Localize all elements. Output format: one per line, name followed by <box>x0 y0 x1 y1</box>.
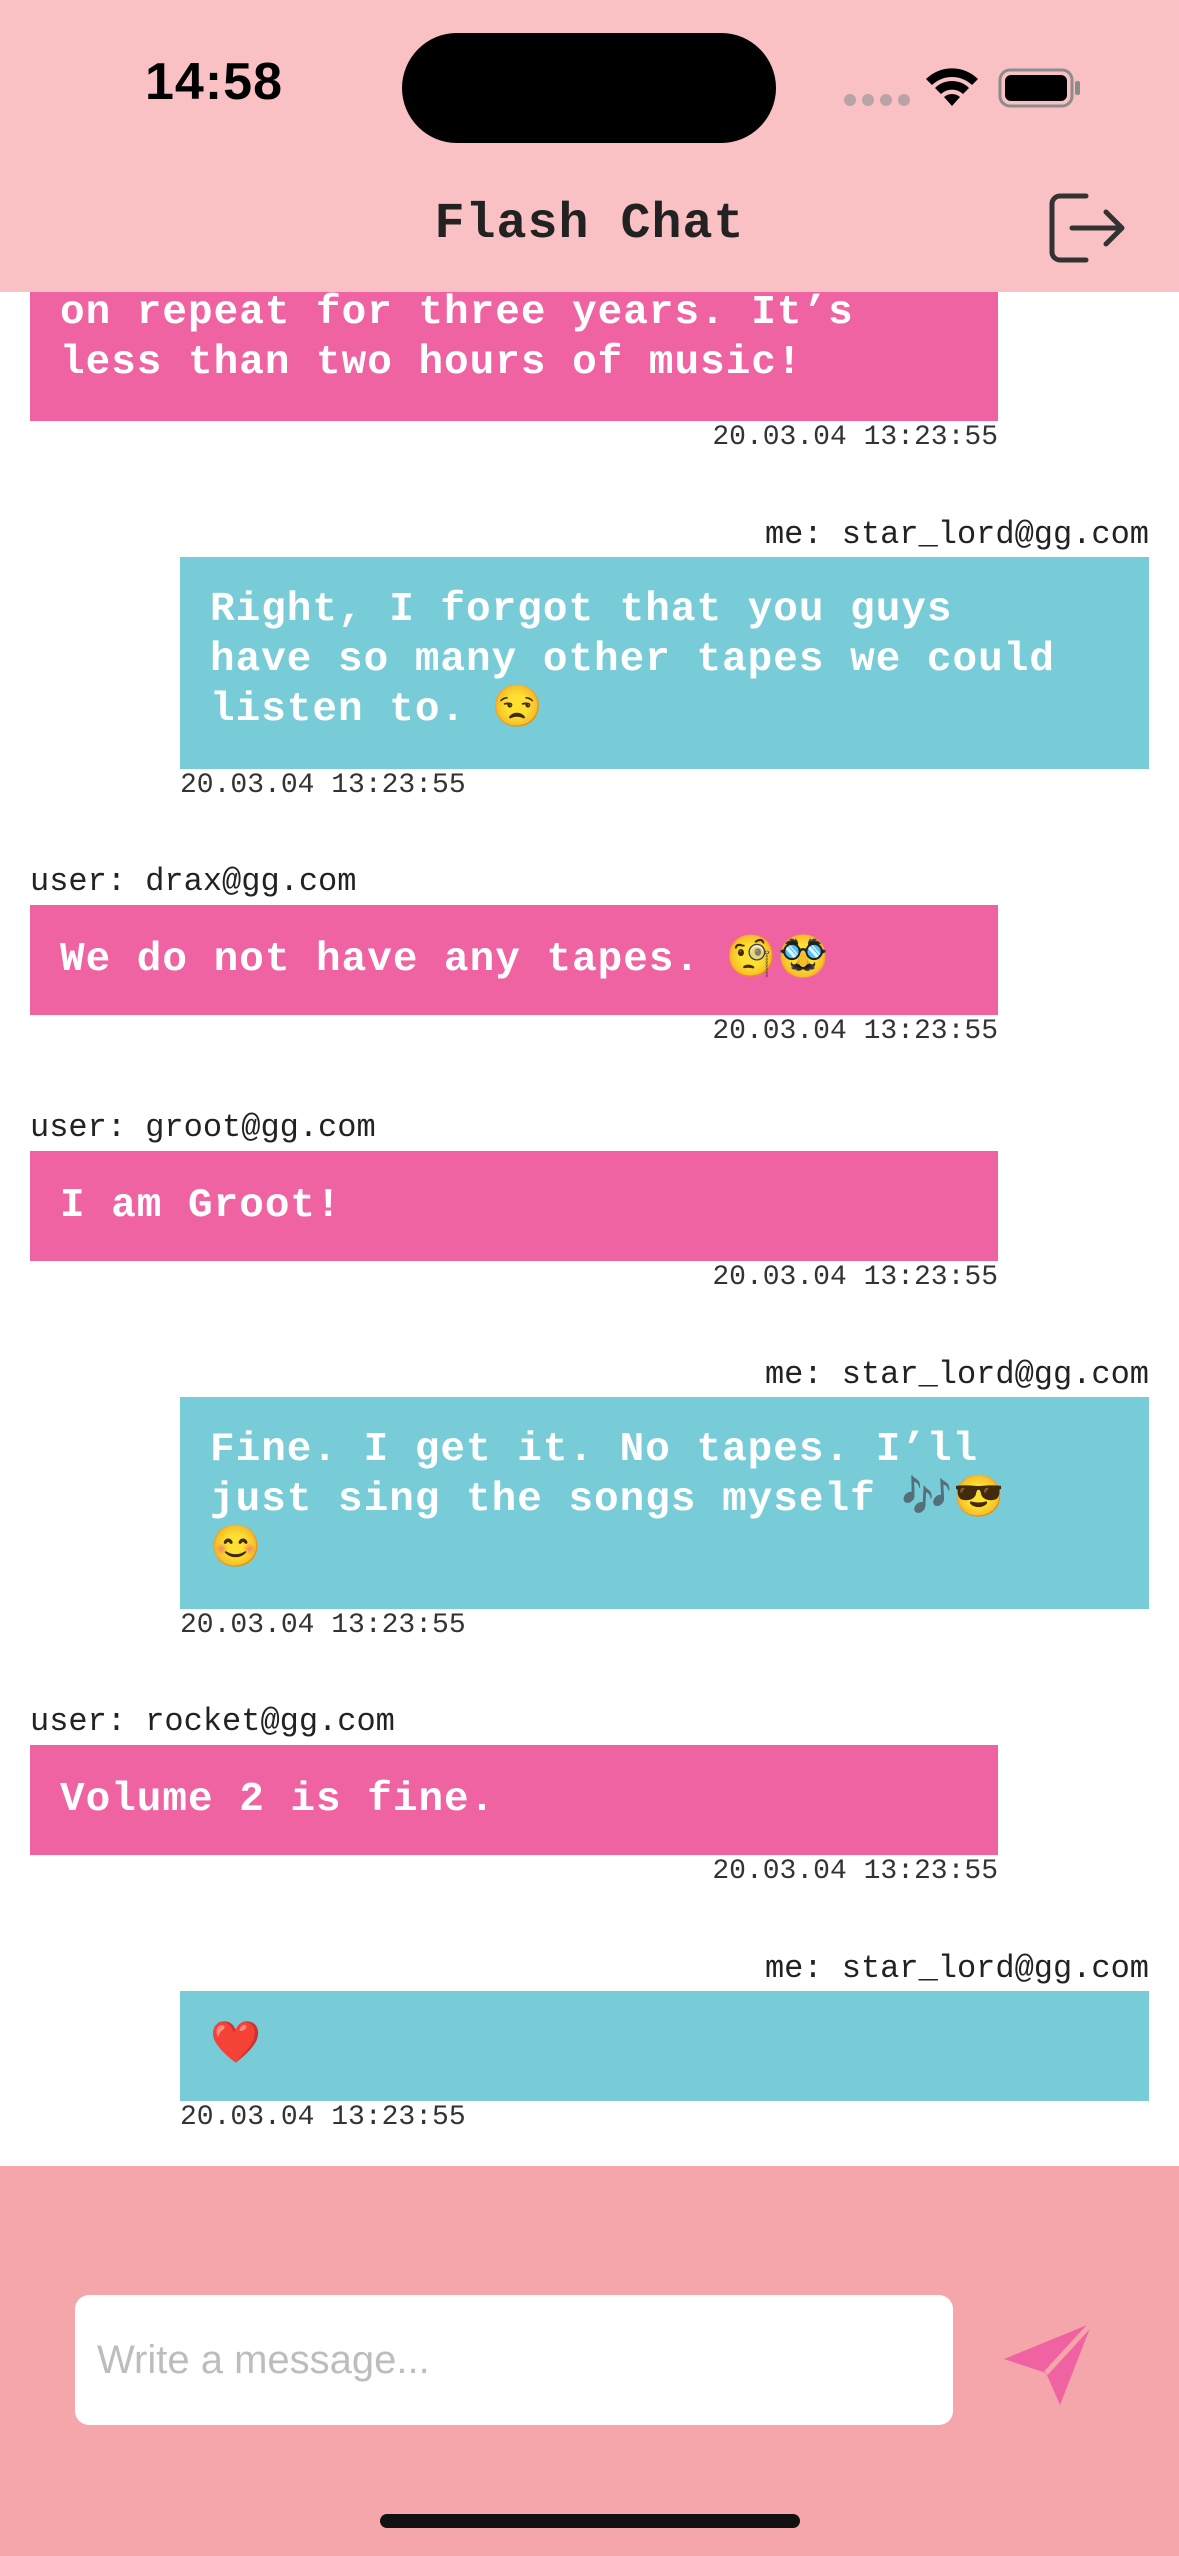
message-sender: user: rocket@gg.com <box>30 1703 395 1740</box>
message-line: I am Groot! <box>60 1183 342 1229</box>
message-bubble: Fine. I get it. No tapes. I’ll just sing… <box>180 1397 1149 1609</box>
message-sender: me: star_lord@gg.com <box>764 1950 1149 1987</box>
message-timestamp: 20.03.04 13:23:55 <box>712 1262 998 1293</box>
message-input[interactable] <box>75 2295 953 2425</box>
message-bubble: on repeat for three years. It’s less tha… <box>30 270 998 421</box>
status-icons <box>844 68 1080 108</box>
message-timestamp: 20.03.04 13:23:55 <box>180 2102 466 2133</box>
home-indicator[interactable] <box>380 2514 800 2528</box>
chat-list[interactable]: on repeat for three years. It’s less tha… <box>0 0 1179 2166</box>
cellular-signal-icon <box>844 94 910 106</box>
battery-icon <box>998 68 1080 108</box>
wifi-icon <box>926 68 978 106</box>
dynamic-island <box>402 33 776 143</box>
message-line: 😊 <box>210 1527 263 1573</box>
page-title: Flash Chat <box>434 196 745 253</box>
logout-icon[interactable] <box>1046 190 1126 266</box>
message-timestamp: 20.03.04 13:23:55 <box>180 1610 466 1641</box>
message-bubble: ❤️ <box>180 1991 1149 2101</box>
message-timestamp: 20.03.04 13:23:55 <box>712 422 998 453</box>
message-sender: user: groot@gg.com <box>30 1109 376 1146</box>
message-line: just sing the songs myself 🎶😎 <box>210 1477 1006 1523</box>
message-line: We do not have any tapes. 🧐🥸 <box>60 937 830 983</box>
message-bubble: I am Groot! <box>30 1151 998 1261</box>
message-composer <box>0 2166 1179 2556</box>
message-sender: me: star_lord@gg.com <box>764 516 1149 553</box>
message-line: on repeat for three years. It’s <box>60 290 854 336</box>
message-timestamp: 20.03.04 13:23:55 <box>712 1856 998 1887</box>
message-line: ❤️ <box>210 2023 263 2069</box>
message-sender: user: drax@gg.com <box>30 863 357 900</box>
message-line: have so many other tapes we could <box>210 637 1055 683</box>
status-time: 14:58 <box>145 53 283 111</box>
message-bubble: We do not have any tapes. 🧐🥸 <box>30 905 998 1015</box>
message-line: Fine. I get it. No tapes. I’ll <box>210 1427 979 1473</box>
message-bubble: Right, I forgot that you guys have so ma… <box>180 557 1149 769</box>
message-line: less than two hours of music! <box>60 340 803 386</box>
message-sender: me: star_lord@gg.com <box>764 1356 1149 1393</box>
message-line: Right, I forgot that you guys <box>210 587 953 633</box>
send-icon[interactable] <box>1000 2319 1096 2409</box>
message-timestamp: 20.03.04 13:23:55 <box>712 1016 998 1047</box>
message-line: Volume 2 is fine. <box>60 1777 496 1823</box>
message-timestamp: 20.03.04 13:23:55 <box>180 770 466 801</box>
navigation-bar: 14:58 Flash Chat <box>0 0 1179 292</box>
message-bubble: Volume 2 is fine. <box>30 1745 998 1855</box>
message-line: listen to. 😒 <box>210 687 544 733</box>
